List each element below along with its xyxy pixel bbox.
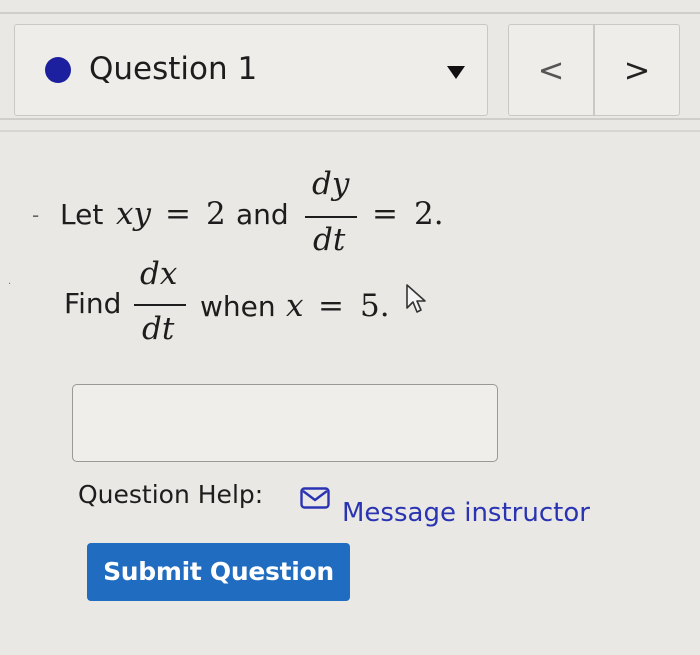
equals-sign-2: = — [372, 196, 398, 232]
chevron-down-icon[interactable] — [447, 66, 465, 79]
and-text: and — [236, 198, 289, 231]
when-text: when — [200, 290, 276, 323]
next-question-button[interactable]: > — [594, 24, 680, 116]
fraction-bar-2 — [134, 304, 186, 306]
header-divider — [0, 118, 700, 132]
question-selector[interactable]: Question 1 — [14, 24, 488, 116]
value-5-period: 5. — [360, 288, 390, 324]
fraction-bar — [305, 216, 357, 218]
fraction-denominator-dt: dt — [313, 222, 346, 258]
find-text: Find — [64, 287, 122, 320]
let-text: Let — [60, 198, 104, 231]
equals-sign: = — [165, 196, 191, 232]
fraction-denominator-dt-2: dt — [142, 311, 175, 347]
status-dot — [45, 57, 71, 83]
expr-xy: xy — [116, 196, 151, 232]
expr-x: x — [286, 288, 304, 324]
value-2: 2 — [206, 196, 226, 232]
value-2-period: 2. — [414, 196, 444, 232]
question-help-label: Question Help: — [78, 480, 264, 509]
message-instructor-link[interactable]: Message instructor — [342, 496, 590, 530]
screen-speck: . — [8, 276, 12, 287]
fraction-numerator-dy: dy — [312, 166, 350, 202]
mouse-cursor-icon — [406, 284, 426, 313]
answer-input[interactable] — [72, 384, 498, 462]
equals-sign-3: = — [318, 288, 344, 324]
previous-question-button[interactable]: < — [508, 24, 594, 116]
question-title: Question 1 — [89, 51, 258, 87]
mail-icon[interactable] — [300, 487, 330, 509]
bullet-mark: - — [32, 203, 40, 227]
chevron-right-icon: > — [623, 51, 651, 89]
top-divider — [0, 12, 700, 14]
chevron-left-icon: < — [537, 51, 565, 89]
fraction-numerator-dx: dx — [140, 256, 178, 292]
submit-question-button[interactable]: Submit Question — [87, 543, 350, 601]
